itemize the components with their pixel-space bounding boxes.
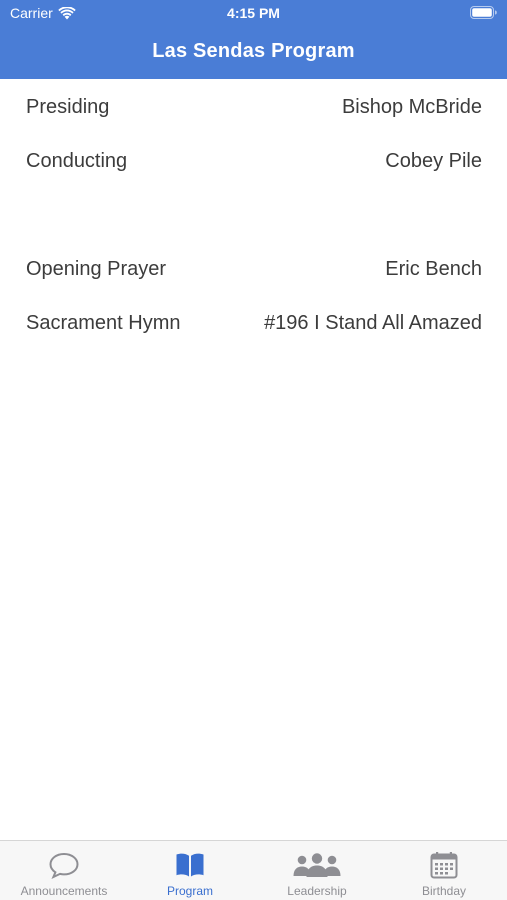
program-row-value: Cobey Pile: [385, 149, 482, 172]
tab-program[interactable]: Program: [127, 841, 253, 900]
program-row-label: Presiding: [26, 95, 110, 118]
program-row-opening-prayer: Opening Prayer Eric Bench: [26, 254, 482, 284]
program-row-label: Sacrament Hymn: [26, 311, 181, 334]
status-time: 4:15 PM: [227, 5, 280, 21]
program-row-label: Conducting: [26, 149, 128, 172]
program-row-value: Bishop McBride: [341, 95, 482, 118]
tab-bar: Announcements Program Leadership Birthda…: [0, 840, 507, 900]
tab-announcements[interactable]: Announcements: [1, 841, 127, 900]
navigation-header: Carrier 4:15 PM Las Sendas Program: [0, 0, 507, 79]
program-row-sacrament-hymn: Sacrament Hymn #196 I Stand All Amazed: [26, 308, 482, 338]
tab-label: Birthday: [421, 884, 467, 898]
program-row-presiding: Presiding Bishop McBride: [26, 92, 482, 122]
tab-label: Program: [166, 884, 213, 898]
people-icon: [293, 853, 341, 877]
tab-birthday[interactable]: Birthday: [381, 841, 507, 900]
program-row-value: #196 I Stand All Amazed: [264, 311, 482, 334]
tab-leadership[interactable]: Leadership: [254, 841, 380, 900]
status-bar: Carrier 4:15 PM: [0, 0, 507, 28]
program-row-value: Eric Bench: [385, 257, 482, 280]
program-row-conducting: Conducting Cobey Pile: [26, 146, 482, 176]
tab-label: Announcements: [20, 884, 108, 898]
speech-bubble-icon: [49, 852, 79, 879]
open-book-icon: [176, 853, 204, 877]
battery-icon: [470, 6, 497, 19]
tab-label: Leadership: [287, 884, 347, 898]
calendar-icon: [430, 852, 458, 879]
page-title: Las Sendas Program: [152, 40, 355, 62]
program-row-label: Opening Prayer: [26, 257, 167, 280]
